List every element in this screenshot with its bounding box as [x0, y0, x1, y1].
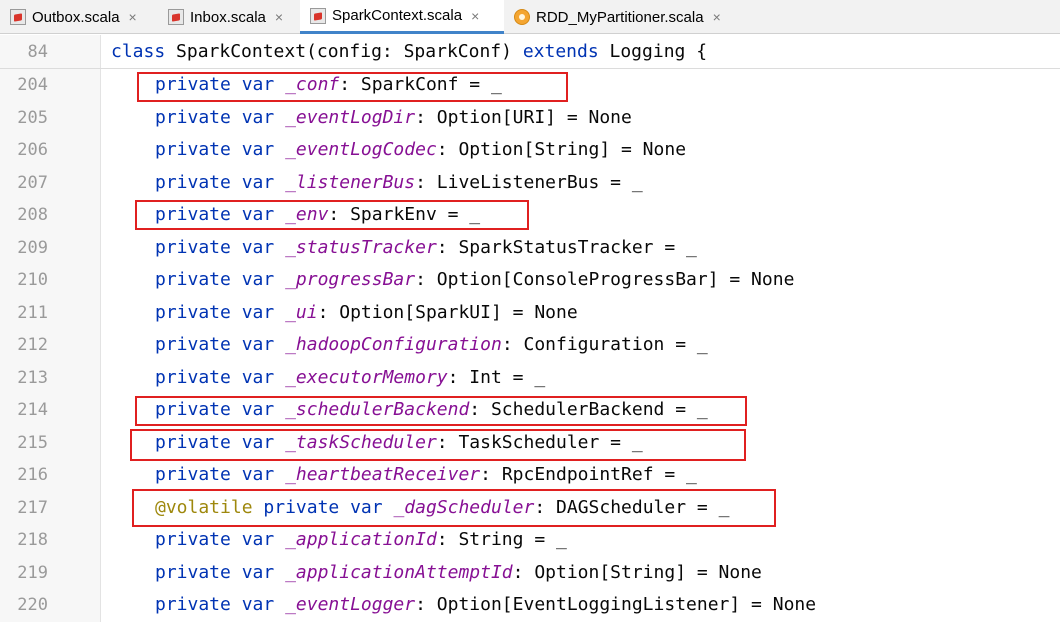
highlight-box-task-scheduler: [130, 429, 746, 461]
code-line[interactable]: 209 private var _statusTracker: SparkStat…: [0, 232, 1060, 264]
line-number: 207: [17, 172, 48, 193]
code-line[interactable]: 211 private var _ui: Option[SparkUI] = No…: [0, 297, 1060, 329]
line-number: 210: [17, 270, 48, 290]
scala-file-icon: [310, 7, 326, 24]
code-line[interactable]: 216 private var _heartbeatReceiver: RpcEn…: [0, 459, 1060, 491]
code-text[interactable]: private var _listenerBus: LiveListenerBu…: [155, 167, 643, 199]
code-line[interactable]: 212 private var _hadoopConfiguration: Con…: [0, 329, 1060, 361]
line-number: 205: [17, 107, 48, 128]
code-line[interactable]: 213 private var _executorMemory: Int = _: [0, 362, 1060, 394]
tab-label: Outbox.scala: [32, 8, 120, 26]
tab-label: SparkContext.scala: [332, 7, 463, 24]
code-text[interactable]: private var _progressBar: Option[Console…: [155, 264, 794, 296]
close-icon[interactable]: ×: [471, 8, 479, 24]
tab-rdd-mypartitioner[interactable]: RDD_MyPartitioner.scala ×: [504, 0, 748, 34]
line-number: 204: [17, 75, 48, 95]
code-text[interactable]: private var _eventLogger: Option[EventLo…: [155, 589, 816, 621]
highlight-box-env: [135, 200, 529, 230]
line-number: 220: [17, 595, 48, 615]
code-text[interactable]: class SparkContext(config: SparkConf) ex…: [111, 36, 707, 68]
line-number: 214: [17, 400, 48, 420]
line-number: 217: [17, 497, 48, 518]
line-number: 211: [17, 302, 48, 323]
tab-label: RDD_MyPartitioner.scala: [536, 8, 704, 26]
line-number: 208: [17, 205, 48, 225]
line-number: 218: [17, 530, 48, 550]
code-text[interactable]: private var _eventLogDir: Option[URI] = …: [155, 102, 632, 134]
code-line[interactable]: 219 private var _applicationAttemptId: Op…: [0, 557, 1060, 589]
code-text[interactable]: private var _applicationAttemptId: Optio…: [155, 557, 762, 589]
scala-file-icon: [168, 9, 184, 25]
highlight-box-conf: [137, 72, 568, 102]
code-text[interactable]: private var _eventLogCodec: Option[Strin…: [155, 134, 686, 166]
code-text[interactable]: private var _statusTracker: SparkStatusT…: [155, 232, 697, 264]
code-line[interactable]: 205 private var _eventLogDir: Option[URI]…: [0, 102, 1060, 134]
code-text[interactable]: private var _applicationId: String = _: [155, 524, 567, 556]
tab-inbox[interactable]: Inbox.scala ×: [158, 0, 300, 34]
close-icon[interactable]: ×: [275, 9, 283, 25]
line-number: 209: [17, 237, 48, 258]
editor-tab-bar: Outbox.scala × Inbox.scala × SparkContex…: [0, 0, 1060, 34]
code-line[interactable]: 207 private var _listenerBus: LiveListene…: [0, 167, 1060, 199]
line-number: 84: [27, 42, 48, 62]
code-text[interactable]: private var _hadoopConfiguration: Config…: [155, 329, 708, 361]
line-number: 206: [17, 140, 48, 160]
scala-file-icon: [10, 9, 26, 25]
highlight-box-dag-scheduler: [132, 489, 776, 527]
sticky-class-header[interactable]: 84 class SparkContext(config: SparkConf)…: [0, 36, 1060, 68]
scala-object-icon: [514, 9, 530, 25]
close-icon[interactable]: ×: [713, 9, 721, 25]
highlight-box-scheduler-backend: [135, 396, 747, 426]
code-line[interactable]: 220 private var _eventLogger: Option[Even…: [0, 589, 1060, 621]
line-number: 219: [17, 562, 48, 583]
close-icon[interactable]: ×: [129, 9, 137, 25]
tab-sparkcontext[interactable]: SparkContext.scala ×: [300, 0, 504, 34]
code-line[interactable]: 206 private var _eventLogCodec: Option[St…: [0, 134, 1060, 166]
code-text[interactable]: private var _executorMemory: Int = _: [155, 362, 545, 394]
code-line[interactable]: 210 private var _progressBar: Option[Cons…: [0, 264, 1060, 296]
line-number: 216: [17, 465, 48, 485]
tab-label: Inbox.scala: [190, 8, 266, 26]
code-text[interactable]: private var _ui: Option[SparkUI] = None: [155, 297, 578, 329]
tab-outbox[interactable]: Outbox.scala ×: [0, 0, 158, 34]
code-text[interactable]: private var _heartbeatReceiver: RpcEndpo…: [155, 459, 697, 491]
line-number: 212: [17, 335, 48, 355]
line-number: 213: [17, 367, 48, 388]
code-line[interactable]: 218 private var _applicationId: String = …: [0, 524, 1060, 556]
line-number: 215: [17, 432, 48, 453]
